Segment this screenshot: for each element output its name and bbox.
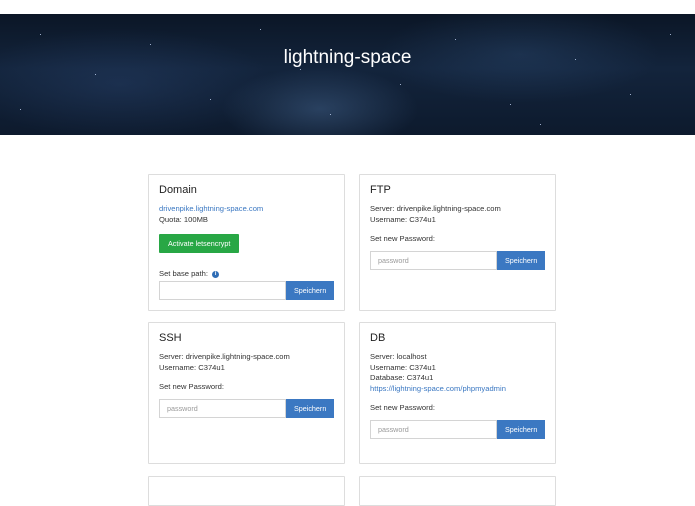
base-path-input[interactable] bbox=[159, 281, 287, 300]
db-database: Database: C374u1 bbox=[370, 373, 434, 382]
next-card-right bbox=[359, 476, 556, 506]
db-password-label: Set new Password: bbox=[370, 403, 435, 412]
ftp-password-group: password Speichern bbox=[370, 251, 545, 270]
next-card-left bbox=[148, 476, 345, 506]
db-title: DB bbox=[370, 332, 386, 344]
base-path-row: Set base path: i bbox=[159, 269, 334, 278]
ssh-username: Username: C374u1 bbox=[159, 362, 225, 372]
domain-link[interactable]: drivenpike.lightning-space.com bbox=[159, 204, 334, 215]
base-path-group: Speichern bbox=[159, 281, 334, 300]
db-password-input[interactable]: password bbox=[370, 420, 498, 439]
base-path-label: Set base path: bbox=[159, 269, 208, 278]
ftp-username: Username: C374u1 bbox=[370, 214, 436, 224]
db-username: Username: C374u1 bbox=[370, 362, 436, 372]
ssh-password-group: password Speichern bbox=[159, 399, 334, 418]
ssh-password-input[interactable]: password bbox=[159, 399, 287, 418]
db-card: DB Server: localhost Username: C374u1 Da… bbox=[359, 322, 556, 464]
ftp-password-input[interactable]: password bbox=[370, 251, 498, 270]
ssh-card: SSH Server: drivenpike.lightning-space.c… bbox=[148, 322, 345, 464]
ssh-password-label: Set new Password: bbox=[159, 382, 224, 391]
header-banner: lightning-space bbox=[0, 14, 695, 135]
ssh-server: Server: drivenpike.lightning-space.com bbox=[159, 352, 290, 361]
activate-letsencrypt-button[interactable]: Activate letsencrypt bbox=[159, 234, 240, 253]
info-circle-icon[interactable]: i bbox=[212, 270, 220, 278]
site-title: lightning-space bbox=[283, 47, 412, 68]
ftp-title: FTP bbox=[370, 184, 391, 196]
save-base-path-button[interactable]: Speichern bbox=[286, 281, 334, 300]
phpmyadmin-link[interactable]: https://lightning-space.com/phpmyadmin bbox=[370, 384, 545, 395]
domain-title: Domain bbox=[159, 184, 197, 196]
ftp-save-button[interactable]: Speichern bbox=[497, 251, 545, 270]
ftp-server: Server: drivenpike.lightning-space.com bbox=[370, 204, 501, 213]
db-password-group: password Speichern bbox=[370, 420, 545, 439]
domain-card: Domain drivenpike.lightning-space.com Qu… bbox=[148, 174, 345, 311]
db-save-button[interactable]: Speichern bbox=[497, 420, 545, 439]
quota-text: Quota: 100MB bbox=[159, 214, 208, 224]
db-server: Server: localhost bbox=[370, 352, 427, 361]
ftp-card: FTP Server: drivenpike.lightning-space.c… bbox=[359, 174, 556, 311]
ftp-password-label: Set new Password: bbox=[370, 234, 435, 243]
ssh-save-button[interactable]: Speichern bbox=[286, 399, 334, 418]
ssh-title: SSH bbox=[159, 332, 182, 344]
